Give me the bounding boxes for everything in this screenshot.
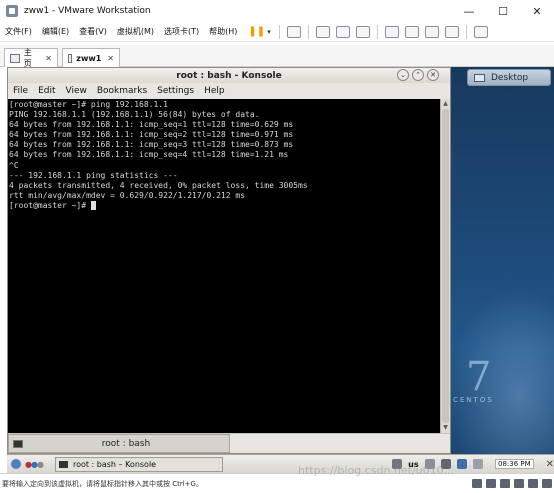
konsole-titlebar[interactable]: root : bash - Konsole ⌄ ⌃ ✕ [8, 68, 450, 83]
clock[interactable]: 08:36 PM [495, 459, 534, 469]
konsole-menubar: File Edit View Bookmarks Settings Help [8, 83, 450, 98]
menu-file[interactable]: 文件(F) [0, 26, 37, 37]
snapshot-manager-icon[interactable] [355, 25, 370, 38]
toolbar-divider [307, 24, 309, 39]
konsole-maximize-icon[interactable]: ⌃ [412, 69, 424, 81]
konsole-close-icon[interactable]: ✕ [427, 69, 439, 81]
menu-vm[interactable]: 虚拟机(M) [112, 26, 159, 37]
guest-taskbar: ●●● root : bash – Konsole us ✕ [7, 454, 554, 473]
volume-icon[interactable] [456, 459, 467, 469]
pause-icon[interactable]: ❚❚ [248, 26, 265, 37]
pager-icon[interactable]: ●●● [25, 460, 44, 469]
thumbnail-bar-icon[interactable] [404, 25, 419, 38]
terminal-line: ^C [9, 160, 19, 170]
vmware-menubar: 文件(F) 编辑(E) 查看(V) 虚拟机(M) 选项卡(T) 帮助(H) ❚❚… [0, 22, 554, 42]
konsole-window: root : bash - Konsole ⌄ ⌃ ✕ File Edit Vi… [7, 67, 451, 454]
scroll-down-icon[interactable]: ▼ [442, 424, 449, 432]
konsole-minimize-icon[interactable]: ⌄ [397, 69, 409, 81]
watermark: https://blog.csdn.net/u010... [298, 464, 455, 477]
tab-zww1-label: zww1 [76, 53, 102, 63]
scroll-up-icon[interactable]: ▲ [442, 100, 449, 108]
terminal-scrollbar[interactable]: ▲ ▼ [440, 99, 450, 433]
vmware-left-border [0, 67, 7, 467]
cd-dvd-icon[interactable] [486, 479, 496, 488]
konsole-title: root : bash - Konsole [176, 70, 282, 81]
vmware-titlebar: zww1 - VMware Workstation — ☐ ✕ [0, 0, 554, 22]
sound-icon[interactable] [528, 479, 538, 488]
terminal-line: [root@master ~]# ping 192.168.1.1 [9, 100, 168, 109]
tab-home[interactable]: 主页 ✕ [4, 48, 58, 68]
terminal-line: PING 192.168.1.1 (192.168.1.1) 56(84) by… [9, 110, 260, 120]
vmware-app-icon [6, 5, 18, 17]
tab-zww1[interactable]: zww1 ✕ [62, 48, 120, 67]
konsole-menu-file[interactable]: File [8, 86, 33, 96]
vmware-statusbar: 要将输入定向到该虚拟机，请将鼠标指针移入其中或按 Ctrl+G。 [0, 473, 554, 493]
kde-menu-icon[interactable] [11, 459, 21, 469]
terminal-line: 64 bytes from 192.168.1.1: icmp_seq=4 tt… [9, 150, 289, 160]
terminal-line: rtt min/avg/max/mdev = 0.629/0.922/1.217… [9, 190, 246, 200]
maximize-button[interactable]: ☐ [486, 0, 520, 22]
toolbar-divider [465, 24, 467, 39]
window-title: zww1 - VMware Workstation [24, 6, 151, 16]
terminal-prompt-line[interactable]: [root@master ~]# [9, 200, 440, 211]
close-icon[interactable]: ✕ [45, 54, 52, 63]
terminal-icon [13, 439, 23, 448]
terminal-line: 64 bytes from 192.168.1.1: icmp_seq=2 tt… [9, 130, 294, 140]
usb-icon[interactable] [514, 479, 524, 488]
toolbar-divider [376, 24, 378, 39]
menu-tabs[interactable]: 选项卡(T) [159, 26, 204, 37]
status-hint: 要将输入定向到该虚拟机，请将鼠标指针移入其中或按 Ctrl+G。 [2, 479, 203, 488]
desktop-button[interactable]: Desktop [467, 69, 551, 86]
konsole-menu-settings[interactable]: Settings [152, 86, 199, 96]
taskbar-item-konsole[interactable]: root : bash – Konsole [54, 456, 223, 472]
full-screen-icon[interactable] [424, 25, 439, 38]
menu-help[interactable]: 帮助(H) [204, 26, 242, 37]
show-library-icon[interactable] [384, 25, 399, 38]
text-cursor [90, 200, 96, 210]
wallpaper-glow [447, 287, 554, 467]
konsole-menu-help[interactable]: Help [199, 86, 230, 96]
terminal-output[interactable]: [root@master ~]# ping 192.168.1.1 PING 1… [8, 99, 440, 433]
konsole-tabbar: root : bash [8, 433, 450, 453]
konsole-menu-bookmarks[interactable]: Bookmarks [92, 86, 152, 96]
desktop-button-label: Desktop [491, 72, 529, 83]
snapshot-icon[interactable] [315, 25, 330, 38]
vmware-tabbar: 主页 ✕ zww1 ✕ [0, 45, 554, 68]
display-icon[interactable] [542, 479, 552, 488]
terminal-line: 64 bytes from 192.168.1.1: icmp_seq=3 tt… [9, 140, 294, 150]
scrollbar-thumb[interactable] [442, 109, 449, 423]
guest-desktop[interactable]: Desktop 7 CENTOS root : bash - Konsole ⌄… [7, 67, 554, 467]
panel-close-icon[interactable]: ✕ [546, 459, 554, 470]
konsole-menu-view[interactable]: View [61, 86, 92, 96]
terminal-icon [58, 460, 68, 468]
terminal-prompt: [root@master ~]# [9, 200, 91, 210]
network-adapter-icon[interactable] [500, 479, 510, 488]
terminal-line: 4 packets transmitted, 4 received, 0% pa… [9, 180, 308, 190]
tab-home-label: 主页 [23, 48, 32, 68]
centos-logo-number: 7 [466, 354, 492, 400]
terminal-line: 64 bytes from 192.168.1.1: icmp_seq=1 tt… [9, 120, 294, 130]
home-icon [10, 53, 20, 63]
konsole-menu-edit[interactable]: Edit [33, 86, 60, 96]
konsole-tab-label: root : bash [101, 438, 151, 449]
taskbar-item-label: root : bash – Konsole [72, 459, 157, 469]
monitor-icon [474, 73, 485, 82]
toolbar-divider [278, 24, 280, 39]
close-icon[interactable]: ✕ [107, 54, 114, 63]
vm-icon [68, 53, 73, 63]
centos-logo-text: CENTOS [453, 396, 494, 404]
unity-icon[interactable] [444, 25, 459, 38]
minimize-button[interactable]: — [452, 0, 486, 22]
send-ctrl-alt-del-icon[interactable] [286, 25, 301, 38]
revert-snapshot-icon[interactable] [335, 25, 350, 38]
hard-disk-icon[interactable] [472, 479, 482, 488]
close-button[interactable]: ✕ [520, 0, 554, 22]
terminal-line: --- 192.168.1.1 ping statistics --- [9, 170, 178, 180]
pause-dropdown-icon[interactable]: ▾ [267, 28, 271, 36]
menu-edit[interactable]: 编辑(E) [37, 26, 74, 37]
menu-view[interactable]: 查看(V) [74, 26, 112, 37]
console-view-icon[interactable] [473, 25, 488, 38]
printer-icon[interactable] [472, 459, 483, 469]
konsole-tab[interactable]: root : bash [8, 434, 230, 453]
